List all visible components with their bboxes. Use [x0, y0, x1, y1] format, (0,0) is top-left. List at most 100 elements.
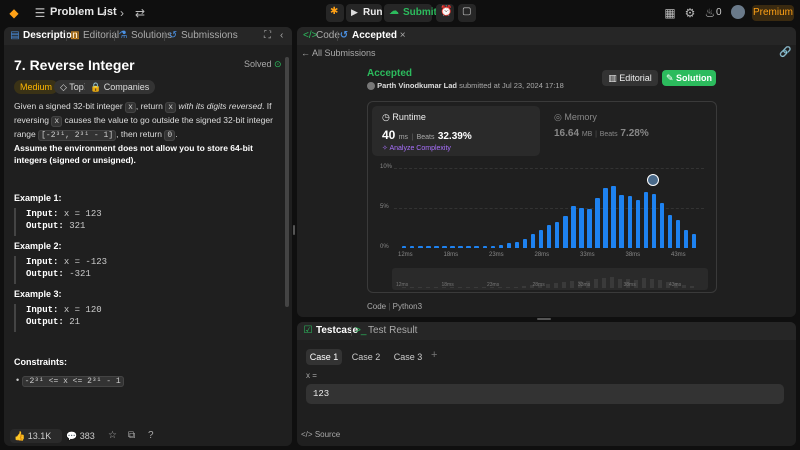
tab-submissions[interactable]: ↺ Submissions — [168, 30, 238, 42]
resize-handle[interactable] — [537, 318, 551, 320]
submit-button[interactable]: ☁ Submit — [384, 4, 437, 22]
histogram-bar[interactable] — [426, 246, 431, 248]
histogram-bar[interactable] — [490, 245, 496, 248]
source-link[interactable]: </> Source — [301, 430, 340, 439]
histogram-bar[interactable] — [514, 241, 520, 248]
solution-button[interactable]: ✎ Solution — [662, 70, 716, 86]
range-scroller[interactable]: 12ms 18ms 23ms 28ms 33ms 38ms 43ms — [392, 268, 708, 290]
share-icon[interactable]: ⧉ — [128, 430, 135, 441]
tab-code[interactable]: </>Code — [303, 30, 340, 42]
histogram-bar[interactable] — [619, 195, 624, 248]
gear-icon[interactable]: ⚙ — [682, 5, 698, 21]
histogram-bar[interactable] — [643, 192, 649, 248]
debug-button[interactable]: ✱ — [326, 4, 344, 22]
histogram-bar[interactable] — [555, 221, 560, 248]
histogram-bar[interactable] — [458, 246, 463, 248]
like-button[interactable]: 👍 13.1K — [10, 429, 62, 443]
analyze-complexity-link[interactable]: ✧ Analyze Complexity — [382, 144, 451, 152]
histogram-bar[interactable] — [474, 246, 479, 248]
histogram-bar[interactable] — [587, 208, 592, 248]
shuffle-icon[interactable]: ⇄ — [132, 5, 148, 21]
histogram-bar[interactable] — [603, 188, 608, 248]
run-button[interactable]: ▶ Run — [346, 4, 382, 22]
submission-panel: </>Code ↺ Accepted × ← All Submissions 🔗 … — [297, 27, 796, 317]
histogram-bar[interactable] — [667, 215, 673, 248]
tab-editorial[interactable]: ▥ Editorial — [70, 30, 119, 42]
histogram-bar[interactable] — [675, 220, 681, 248]
histogram-bar[interactable] — [595, 197, 600, 248]
help-icon[interactable]: ? — [148, 430, 154, 441]
histogram-bar[interactable] — [538, 229, 544, 248]
memory-card[interactable]: ◎ Memory 16.64 MB | Beats 7.28% — [546, 106, 714, 156]
mini-bar — [682, 284, 687, 288]
histogram-bar[interactable] — [530, 233, 536, 248]
histogram-bar[interactable] — [434, 246, 439, 248]
example-2-title: Example 2: — [14, 241, 62, 251]
companies-tag[interactable]: 🔒 Companies — [84, 80, 156, 94]
logo-icon[interactable]: ◆ — [6, 5, 22, 21]
x-tick-label: 18ms — [443, 252, 459, 258]
problem-description: Given a signed 32-bit integer x, return … — [14, 101, 273, 141]
chevron-right-icon[interactable]: › — [114, 5, 130, 21]
histogram-bar[interactable] — [402, 246, 407, 248]
chevron-left-icon[interactable]: ‹ — [96, 5, 112, 21]
histogram-bar[interactable] — [611, 185, 616, 248]
description-scrollbar[interactable] — [285, 57, 289, 307]
add-case-icon[interactable]: + — [431, 349, 437, 361]
histogram-bar[interactable] — [627, 196, 632, 248]
histogram-bar[interactable] — [410, 246, 415, 248]
lock-icon: 🔒 — [90, 82, 102, 92]
histogram-bar[interactable] — [498, 244, 504, 248]
tab-accepted[interactable]: ↺ Accepted × — [339, 30, 406, 42]
mini-chart: 12ms 18ms 23ms 28ms 33ms 38ms 43ms — [392, 268, 708, 290]
histogram-bar[interactable] — [579, 208, 584, 248]
star-icon[interactable]: ☆ — [108, 430, 117, 441]
code-icon: </> — [301, 430, 313, 439]
timer-button[interactable]: ⏰ — [436, 4, 454, 22]
histogram-bar[interactable] — [563, 216, 568, 248]
description-tabs: ▤ Description ▥ Editorial ⚗ Solutions ↺ Subm… — [4, 27, 292, 45]
tab-testcase[interactable]: ☑ Testcase — [303, 325, 359, 337]
code-language: Code | Python3 — [367, 302, 423, 311]
close-icon[interactable]: × — [400, 30, 406, 41]
edit-icon: ✎ — [665, 73, 674, 83]
runtime-card[interactable]: ◷ Runtime 40 ms | Beats 32.39% ✧ Analyze… — [372, 106, 540, 156]
chevron-left-icon[interactable]: ‹ — [280, 30, 283, 42]
case-1-tab[interactable]: Case 1 — [306, 349, 342, 365]
histogram-bar[interactable] — [522, 239, 528, 248]
histogram-bar[interactable] — [546, 224, 552, 248]
avatar[interactable] — [731, 5, 745, 19]
histogram-bar[interactable] — [659, 203, 665, 248]
grid-icon[interactable]: ▦ — [662, 5, 678, 21]
list-icon[interactable]: ☰ — [32, 5, 48, 21]
cloud-upload-icon: ☁ — [389, 6, 399, 17]
case-3-tab[interactable]: Case 3 — [390, 349, 426, 365]
notes-button[interactable]: ▢ — [458, 4, 476, 22]
histogram-bar[interactable] — [482, 245, 487, 248]
comments-button[interactable]: 💬 383 — [66, 429, 108, 443]
tab-test-result[interactable]: >_ Test Result — [355, 325, 417, 337]
editorial-button[interactable]: ▥ Editorial — [602, 70, 658, 86]
vertical-resize-handle[interactable] — [293, 225, 295, 235]
x-tick-label: 43ms — [671, 252, 686, 258]
back-to-submissions[interactable]: ← All Submissions — [301, 48, 376, 58]
histogram-bar[interactable] — [635, 200, 640, 248]
histogram-bar[interactable] — [651, 194, 657, 248]
case-2-tab[interactable]: Case 2 — [348, 349, 384, 365]
assumption-note: Assume the environment does not allow yo… — [14, 143, 253, 165]
histogram-bar[interactable] — [506, 243, 512, 248]
premium-button[interactable]: Premium — [752, 5, 794, 21]
histogram-bar[interactable] — [571, 205, 576, 248]
runtime-distribution-chart[interactable]: 10% 5% 0% 12ms 18ms 23ms 28ms 33ms 38ms 43ms 1… — [368, 160, 718, 292]
histogram-bar[interactable] — [418, 246, 423, 248]
histogram-bar[interactable] — [466, 246, 471, 248]
link-icon[interactable]: 🔗 — [779, 47, 791, 58]
testcase-input[interactable]: 123 — [306, 384, 784, 404]
histogram-bar[interactable] — [691, 234, 697, 248]
histogram-bar[interactable] — [450, 246, 455, 248]
expand-icon[interactable]: ⛶ — [264, 30, 271, 42]
histogram-bar[interactable] — [442, 246, 447, 248]
tab-description[interactable]: ▤ Description — [10, 30, 78, 42]
histogram-bar[interactable] — [683, 229, 689, 248]
mini-bar — [466, 287, 471, 288]
